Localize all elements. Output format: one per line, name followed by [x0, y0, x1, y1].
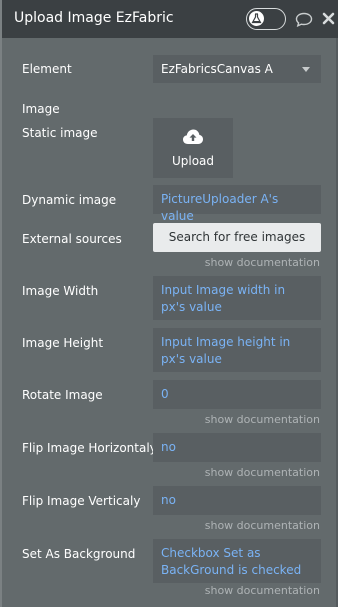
panel-title: Upload Image EzFabricsC: [14, 10, 174, 26]
upload-button[interactable]: Upload: [153, 118, 233, 178]
static-image-label: Static image: [22, 126, 98, 140]
chevron-down-icon: [302, 67, 310, 72]
panel-header[interactable]: Upload Image EzFabricsC: [2, 0, 338, 38]
property-editor-panel: Upload Image EzFabricsC Element EzFabric…: [0, 0, 338, 607]
element-dropdown-value: EzFabricsCanvas A: [161, 62, 273, 76]
element-label: Element: [22, 62, 72, 76]
external-sources-label: External sources: [22, 232, 122, 246]
show-documentation-link[interactable]: show documentation: [205, 519, 320, 532]
show-documentation-link[interactable]: show documentation: [205, 466, 320, 479]
search-free-images-button[interactable]: Search for free images: [153, 223, 321, 252]
cloud-upload-icon: [183, 129, 203, 144]
debug-toggle[interactable]: [246, 8, 286, 30]
rotate-image-label: Rotate Image: [22, 388, 103, 402]
image-section-label: Image: [22, 102, 60, 116]
element-dropdown[interactable]: EzFabricsCanvas A: [153, 55, 321, 83]
upload-label: Upload: [171, 154, 215, 168]
flip-horizontal-field[interactable]: no: [153, 433, 321, 462]
rotate-image-field[interactable]: 0: [153, 380, 321, 409]
set-as-background-field[interactable]: Checkbox Set as BackGround is checked: [153, 539, 321, 583]
flip-vertical-field[interactable]: no: [153, 486, 321, 515]
set-as-background-label: Set As Background: [22, 547, 136, 561]
image-width-label: Image Width: [22, 284, 99, 298]
image-height-field[interactable]: Input Image height in px's value: [153, 328, 321, 372]
flask-icon: [251, 13, 262, 24]
dynamic-image-field[interactable]: PictureUploader A's value: [153, 185, 321, 223]
image-width-field[interactable]: Input Image width in px's value: [153, 276, 321, 320]
close-icon[interactable]: [322, 12, 335, 25]
toggle-knob: [249, 11, 264, 26]
show-documentation-link[interactable]: show documentation: [205, 584, 320, 597]
dynamic-image-label: Dynamic image: [22, 193, 117, 207]
speech-bubble-icon[interactable]: [295, 12, 313, 27]
show-documentation-link[interactable]: show documentation: [205, 413, 320, 426]
show-documentation-link[interactable]: show documentation: [205, 256, 320, 269]
flip-vertical-label: Flip Image Verticaly: [22, 494, 141, 508]
flip-horizontal-label: Flip Image Horizontaly: [22, 441, 157, 455]
image-height-label: Image Height: [22, 336, 104, 350]
